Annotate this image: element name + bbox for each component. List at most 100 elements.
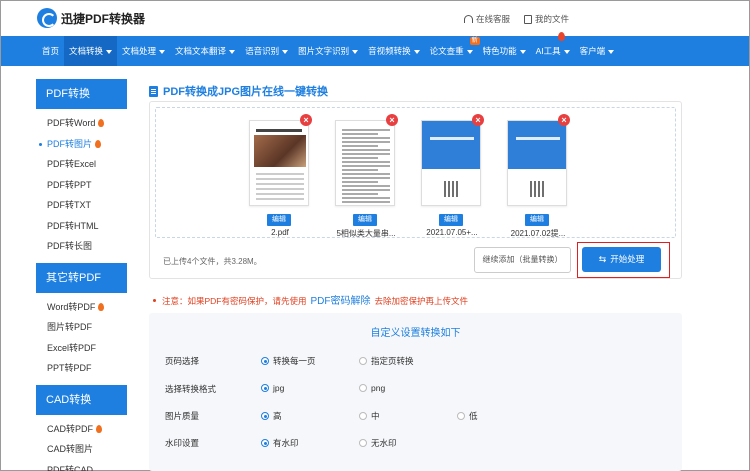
convert-arrows-icon: ⇆ bbox=[598, 254, 607, 264]
continue-add-button[interactable]: 继续添加（批量转换） bbox=[474, 247, 571, 273]
customer-service-label: 在线客服 bbox=[475, 14, 510, 24]
sidebar-item[interactable]: PDF转HTML bbox=[36, 216, 127, 237]
chevron-down-icon bbox=[106, 49, 113, 54]
radio-option-label: 中 bbox=[371, 411, 380, 421]
brand-logo[interactable]: 迅捷PDF转换器 bbox=[37, 8, 145, 28]
radio-button[interactable] bbox=[359, 357, 367, 365]
radio-option[interactable]: jpg bbox=[261, 383, 284, 393]
sidebar-item[interactable]: 图片转PDF bbox=[36, 317, 127, 338]
chevron-down-icon bbox=[229, 49, 236, 54]
thumb-line bbox=[342, 129, 390, 131]
sidebar-item[interactable]: PDF转PPT bbox=[36, 175, 127, 196]
nav-item-3[interactable]: 文档文本翻译 bbox=[170, 36, 240, 66]
delete-file-button[interactable]: × bbox=[300, 114, 312, 126]
delete-file-button[interactable]: × bbox=[386, 114, 398, 126]
thumb-line bbox=[256, 198, 304, 200]
thumb-line bbox=[342, 177, 390, 179]
nav-item-label: AI工具 bbox=[535, 46, 561, 56]
edit-file-button[interactable]: 编辑 bbox=[525, 214, 549, 226]
nav-items: 首页 文档转换 文档处理 文档文本翻译 语音识别 图片文字识别 音视频转换 论文查重新特色功能… bbox=[37, 32, 620, 66]
thumb-line bbox=[342, 141, 390, 143]
radio-button[interactable] bbox=[261, 357, 269, 365]
file-thumbnail bbox=[249, 120, 309, 206]
edit-file-button[interactable]: 编辑 bbox=[267, 214, 291, 226]
radio-option[interactable]: 有水印 bbox=[261, 437, 299, 449]
nav-item-label: 文档文本翻译 bbox=[175, 46, 227, 56]
nav-item-label: 语音识别 bbox=[245, 46, 280, 56]
hot-flame-icon bbox=[95, 139, 102, 148]
thumb-line bbox=[342, 149, 390, 151]
hot-flame-icon bbox=[557, 32, 565, 41]
thumb-line bbox=[342, 145, 378, 147]
sidebar-item[interactable]: PDF转CAD bbox=[36, 460, 127, 471]
nav-item-5[interactable]: 图片文字识别 bbox=[293, 36, 363, 66]
nav-item-2[interactable]: 文档处理 bbox=[117, 36, 170, 66]
radio-option[interactable]: 指定页转换 bbox=[359, 355, 414, 367]
radio-option[interactable]: 转换每一页 bbox=[261, 355, 316, 367]
radio-button[interactable] bbox=[261, 439, 269, 447]
sidebar-item-label: CAD转图片 bbox=[47, 444, 94, 454]
nav-item-label: 文档处理 bbox=[122, 46, 157, 56]
edit-file-button[interactable]: 编辑 bbox=[439, 214, 463, 226]
password-note: 注意：如果PDF有密码保护，请先使用 PDF密码解除 去除加密保护再上传文件 bbox=[153, 292, 468, 307]
sidebar-item[interactable]: PDF转Excel bbox=[36, 154, 127, 175]
radio-button[interactable] bbox=[359, 384, 367, 392]
radio-button[interactable] bbox=[359, 412, 367, 420]
nav-item-8[interactable]: 特色功能 bbox=[478, 36, 531, 66]
nav-item-4[interactable]: 语音识别 bbox=[240, 36, 293, 66]
thumb-line bbox=[256, 193, 304, 195]
settings-row: 页码选择 转换每一页 指定页转换 bbox=[165, 355, 665, 369]
document-icon bbox=[149, 85, 158, 97]
thumb-line bbox=[342, 181, 378, 183]
radio-option[interactable]: 中 bbox=[359, 410, 380, 422]
my-files-link[interactable]: 我的文件 bbox=[523, 13, 569, 25]
sidebar-item[interactable]: PDF转Word bbox=[36, 113, 127, 134]
start-process-button[interactable]: ⇆ 开始处理 bbox=[582, 247, 661, 272]
sidebar-section-title: 其它转PDF bbox=[36, 262, 127, 293]
thumb-line bbox=[342, 201, 390, 203]
file-thumbnail bbox=[507, 120, 567, 206]
sidebar-item[interactable]: Word转PDF bbox=[36, 297, 127, 318]
edit-file-button[interactable]: 编辑 bbox=[353, 214, 377, 226]
sidebar-item-label: PDF转HTML bbox=[47, 220, 99, 231]
nav-item-0[interactable]: 首页 bbox=[37, 36, 64, 66]
sidebar-item-label: 图片转PDF bbox=[47, 322, 93, 332]
page-title-text: PDF转换成JPG图片在线一键转换 bbox=[163, 86, 329, 98]
thumb-banner bbox=[422, 121, 480, 169]
file-drop-area[interactable]: × 编辑 2.pdf × 编辑 5相似类大量串... × 编辑 2021.07.05+... × 编… bbox=[155, 107, 676, 238]
radio-option[interactable]: png bbox=[359, 383, 385, 393]
radio-button[interactable] bbox=[261, 384, 269, 392]
sidebar-item[interactable]: PDF转TXT bbox=[36, 195, 127, 216]
nav-item-9[interactable]: AI工具 bbox=[531, 32, 575, 66]
sidebar-item[interactable]: PPT转PDF bbox=[36, 358, 127, 379]
sidebar-item[interactable]: PDF转图片 bbox=[36, 134, 127, 155]
radio-button[interactable] bbox=[359, 439, 367, 447]
radio-option[interactable]: 高 bbox=[261, 410, 282, 422]
sidebar-item[interactable]: CAD转PDF bbox=[36, 419, 127, 440]
headset-icon bbox=[463, 15, 473, 23]
thumb-line bbox=[342, 197, 390, 199]
radio-option[interactable]: 低 bbox=[457, 410, 478, 422]
file-name: 2021.07.05+... bbox=[426, 228, 478, 237]
nav-item-7[interactable]: 论文查重新 bbox=[425, 36, 480, 66]
nav-item-10[interactable]: 客户端 bbox=[575, 36, 620, 66]
radio-button[interactable] bbox=[261, 412, 269, 420]
brand-name: 迅捷PDF转换器 bbox=[61, 11, 146, 26]
sidebar-item[interactable]: PDF转长图 bbox=[36, 236, 127, 257]
radio-button[interactable] bbox=[457, 412, 465, 420]
nav-item-label: 图片文字识别 bbox=[298, 46, 350, 56]
thumb-line bbox=[342, 157, 378, 159]
pdf-unlock-link[interactable]: PDF密码解除 bbox=[311, 296, 371, 307]
nav-item-1[interactable]: 文档转换 bbox=[64, 36, 118, 66]
customer-service-link[interactable]: 在线客服 bbox=[463, 13, 510, 25]
sidebar-item[interactable]: CAD转图片 bbox=[36, 439, 127, 460]
sidebar-item[interactable]: Excel转PDF bbox=[36, 338, 127, 359]
upload-status: 已上传4个文件，共3.28M。 bbox=[163, 257, 262, 266]
thumb-banner bbox=[508, 121, 566, 169]
nav-item-6[interactable]: 音视频转换 bbox=[363, 36, 425, 66]
top-links: 在线客服 我的文件 bbox=[463, 13, 569, 25]
chevron-down-icon bbox=[608, 49, 615, 54]
delete-file-button[interactable]: × bbox=[558, 114, 570, 126]
delete-file-button[interactable]: × bbox=[472, 114, 484, 126]
radio-option[interactable]: 无水印 bbox=[359, 437, 397, 449]
